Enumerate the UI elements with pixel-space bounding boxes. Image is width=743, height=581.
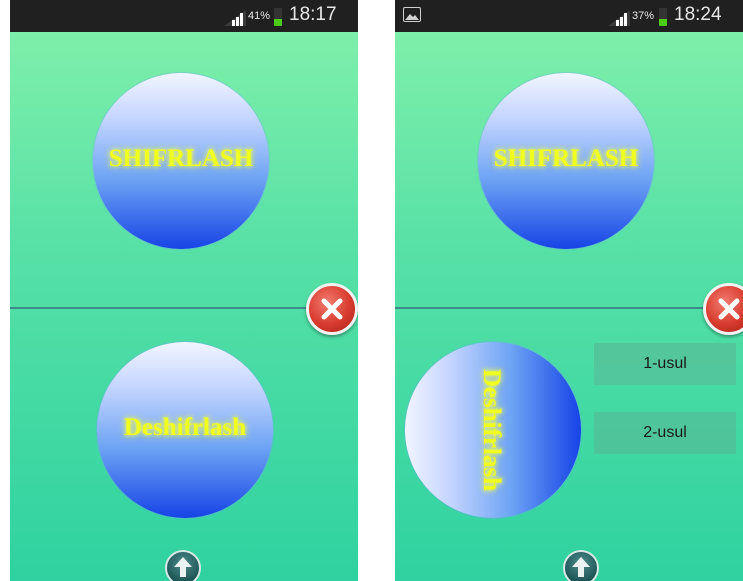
battery-icon — [659, 8, 667, 26]
close-icon — [321, 298, 343, 320]
close-icon — [718, 298, 740, 320]
status-bar: 37% 18:24 — [395, 0, 743, 32]
decrypt-button[interactable]: Deshifrlash — [405, 342, 581, 518]
battery-icon — [274, 8, 282, 26]
decrypt-label: Deshifrlash — [123, 414, 247, 441]
signal-icon — [608, 10, 630, 26]
status-bar: 41% 18:17 — [10, 0, 358, 32]
encrypt-label: SHIFRLASH — [108, 145, 254, 172]
battery-percent: 41% — [248, 10, 271, 22]
decrypt-button[interactable]: Deshifrlash — [97, 342, 273, 518]
gallery-icon — [403, 7, 421, 22]
arrow-up-icon — [174, 557, 192, 577]
encrypt-button[interactable]: SHIFRLASH — [478, 73, 654, 249]
decrypt-label: Deshifrlash — [478, 368, 505, 492]
arrow-up-icon — [572, 557, 590, 577]
battery-percent: 37% — [632, 10, 655, 22]
encrypt-button[interactable]: SHIFRLASH — [93, 73, 269, 249]
status-time: 18:17 — [289, 4, 337, 25]
option-1-button[interactable]: 1-usul — [594, 343, 736, 385]
divider-line — [395, 307, 743, 309]
scroll-up-button[interactable] — [165, 550, 201, 581]
screen-right: 37% 18:24 SHIFRLASH Deshifrlash 1-usul 2… — [395, 0, 743, 581]
scroll-up-button[interactable] — [563, 550, 599, 581]
close-button[interactable] — [703, 283, 743, 335]
encrypt-label: SHIFRLASH — [493, 145, 639, 172]
status-time: 18:24 — [674, 4, 722, 25]
close-button[interactable] — [306, 283, 358, 335]
screen-left: 41% 18:17 SHIFRLASH Deshifrlash — [10, 0, 358, 581]
signal-icon — [224, 10, 246, 26]
option-2-button[interactable]: 2-usul — [594, 412, 736, 454]
